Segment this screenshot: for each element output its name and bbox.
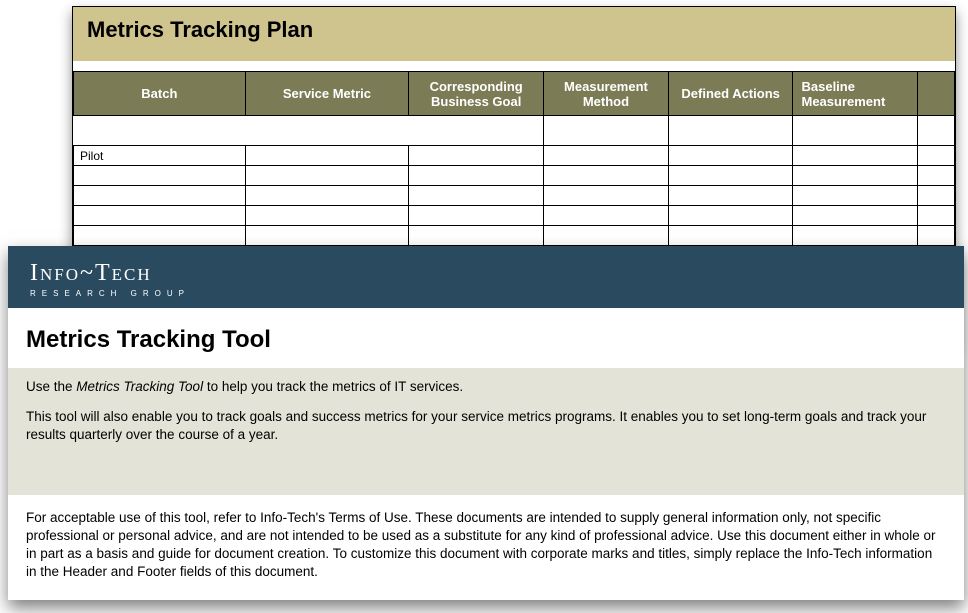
sheet-title-band: Metrics Tracking Plan bbox=[73, 7, 955, 61]
col-batch: Batch bbox=[74, 72, 246, 116]
col-tail bbox=[918, 72, 955, 116]
doc-title: Metrics Tracking Tool bbox=[8, 308, 964, 368]
table-row[interactable] bbox=[74, 166, 955, 186]
sheet-title: Metrics Tracking Plan bbox=[87, 17, 941, 43]
col-measurement-method: Measurement Method bbox=[544, 72, 669, 116]
intro-prefix: Use the bbox=[26, 379, 76, 394]
table-spacer-row bbox=[74, 116, 955, 146]
cell-batch[interactable] bbox=[74, 186, 246, 206]
brand-subtitle: RESEARCH GROUP bbox=[30, 289, 942, 298]
table-row[interactable] bbox=[74, 226, 955, 246]
doc-terms: For acceptable use of this tool, refer t… bbox=[8, 495, 964, 600]
cell-batch[interactable] bbox=[74, 226, 246, 246]
doc-intro: Use the Metrics Tracking Tool to help yo… bbox=[8, 368, 964, 495]
terms-paragraph: For acceptable use of this tool, refer t… bbox=[26, 509, 946, 582]
cell-batch[interactable] bbox=[74, 206, 246, 226]
col-defined-actions: Defined Actions bbox=[668, 72, 793, 116]
cell-batch[interactable] bbox=[74, 166, 246, 186]
col-business-goal: Corresponding Business Goal bbox=[409, 72, 544, 116]
col-baseline-measurement: Baseline Measurement bbox=[793, 72, 918, 116]
intro-suffix: to help you track the metrics of IT serv… bbox=[203, 379, 463, 394]
intro-paragraph-2: This tool will also enable you to track … bbox=[26, 408, 946, 444]
brand-name: Info~Tech bbox=[30, 260, 942, 287]
intro-paragraph-1: Use the Metrics Tracking Tool to help yo… bbox=[26, 378, 946, 396]
table-row[interactable] bbox=[74, 206, 955, 226]
intro-tool-name: Metrics Tracking Tool bbox=[76, 379, 203, 394]
cell-batch[interactable]: Pilot bbox=[74, 146, 246, 166]
table-row[interactable]: Pilot bbox=[74, 146, 955, 166]
table-row[interactable] bbox=[74, 186, 955, 206]
table-header-row: Batch Service Metric Corresponding Busin… bbox=[74, 72, 955, 116]
doc-header: Info~Tech RESEARCH GROUP bbox=[8, 246, 964, 308]
metrics-tool-doc: Info~Tech RESEARCH GROUP Metrics Trackin… bbox=[8, 246, 964, 600]
col-service-metric: Service Metric bbox=[245, 72, 409, 116]
